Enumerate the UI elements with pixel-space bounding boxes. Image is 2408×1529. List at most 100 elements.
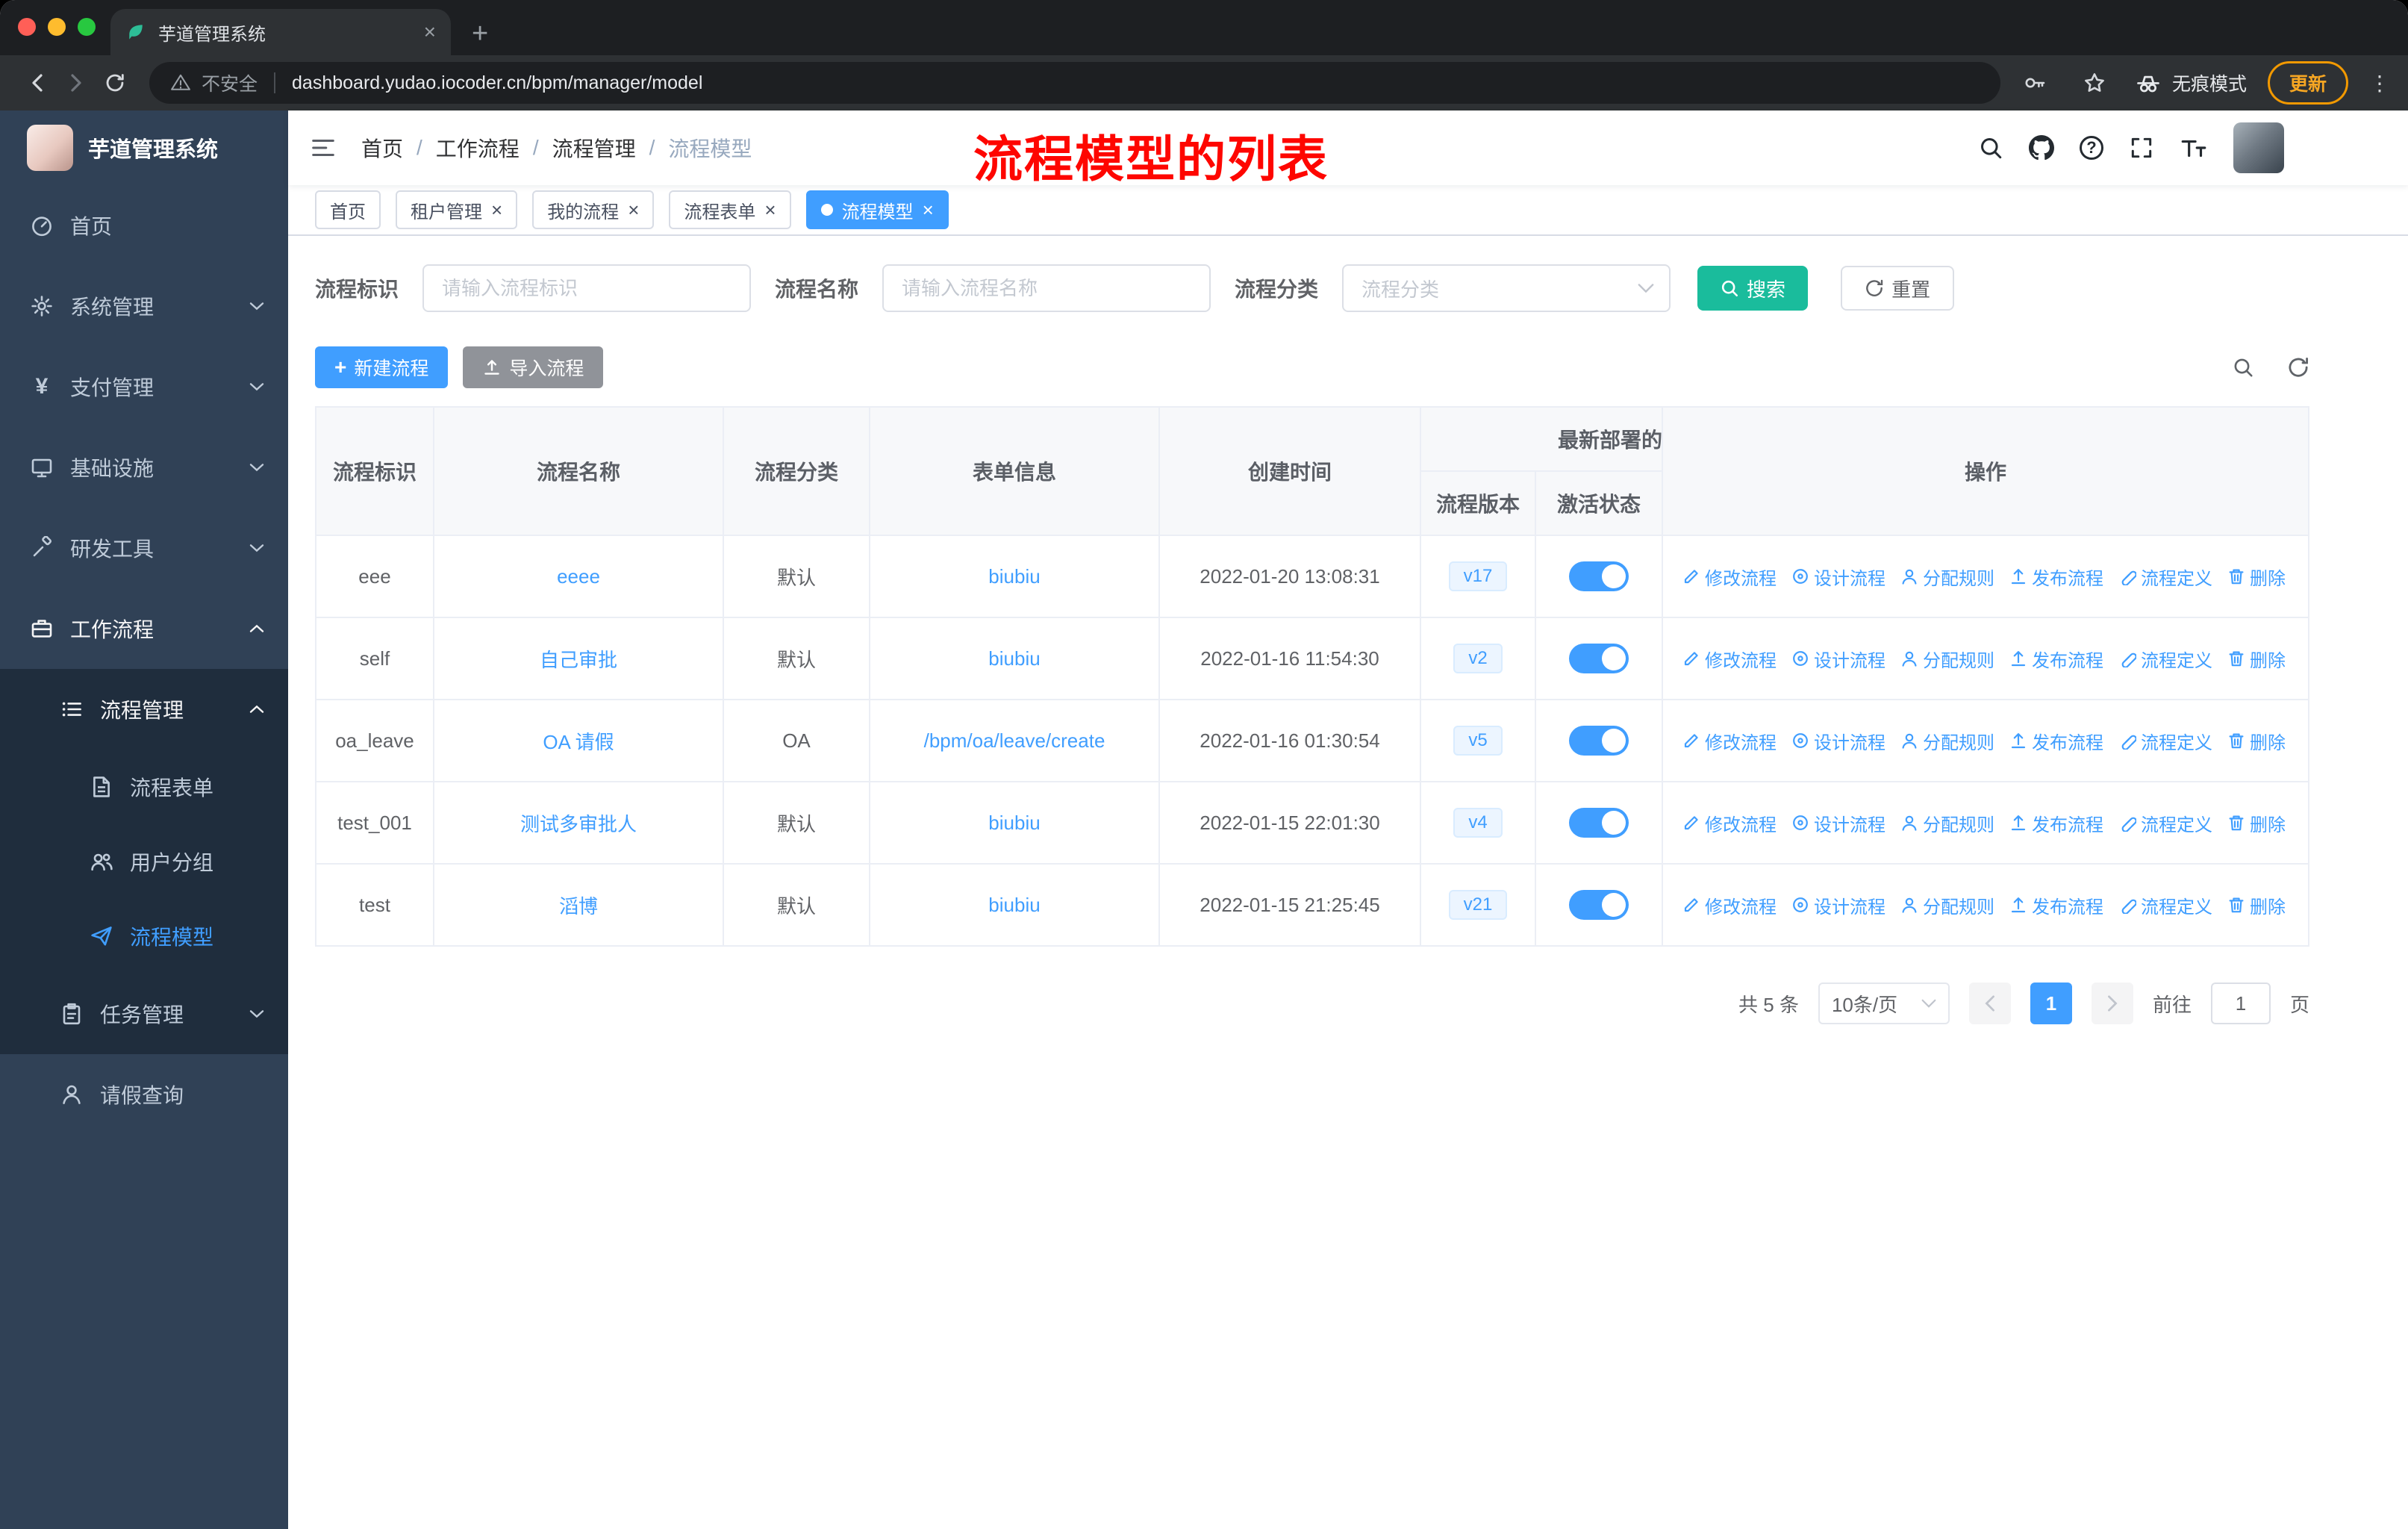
process-name-link[interactable]: eeee <box>557 565 600 588</box>
active-toggle[interactable] <box>1569 644 1629 673</box>
action-edit-link[interactable]: 修改流程 <box>1682 810 1777 836</box>
window-zoom-button[interactable] <box>78 18 96 36</box>
action-assign-rule-link[interactable]: 分配规则 <box>1900 810 1994 836</box>
sidebar-item-system[interactable]: 系统管理 <box>0 266 288 346</box>
forward-button[interactable] <box>57 65 96 101</box>
tag-close-icon[interactable]: × <box>923 200 934 219</box>
browser-tab[interactable]: 芋道管理系统 × <box>110 9 451 55</box>
form-info-link[interactable]: biubiu <box>988 647 1040 670</box>
browser-menu-icon[interactable]: ⋮ <box>2369 71 2390 96</box>
action-delete-link[interactable]: 删除 <box>2227 728 2286 754</box>
action-design-link[interactable]: 设计流程 <box>1791 564 1885 590</box>
back-button[interactable] <box>18 65 57 101</box>
form-info-link[interactable]: /bpm/oa/leave/create <box>924 729 1105 753</box>
tag-my-process[interactable]: 我的流程 × <box>532 190 655 229</box>
action-delete-link[interactable]: 删除 <box>2227 646 2286 672</box>
process-key-input[interactable] <box>422 264 752 312</box>
action-design-link[interactable]: 设计流程 <box>1791 810 1885 836</box>
tag-process-model[interactable]: 流程模型 × <box>805 190 949 229</box>
process-name-input[interactable] <box>882 264 1211 312</box>
browser-update-button[interactable]: 更新 <box>2267 61 2348 105</box>
tag-close-icon[interactable]: × <box>491 200 502 219</box>
refresh-table-button[interactable] <box>2287 356 2309 379</box>
action-assign-rule-link[interactable]: 分配规则 <box>1900 564 1994 590</box>
active-toggle[interactable] <box>1569 561 1629 591</box>
action-delete-link[interactable]: 删除 <box>2227 564 2286 590</box>
breadcrumb-workflow[interactable]: 工作流程 <box>436 133 520 163</box>
form-info-link[interactable]: biubiu <box>988 812 1040 835</box>
app-logo[interactable]: 芋道管理系统 <box>0 110 288 185</box>
action-publish-link[interactable]: 发布流程 <box>2009 892 2103 918</box>
incognito-badge[interactable]: 无痕模式 <box>2135 69 2247 96</box>
action-edit-link[interactable]: 修改流程 <box>1682 646 1777 672</box>
tab-close-icon[interactable]: × <box>424 22 436 43</box>
sidebar-toggle-button[interactable] <box>309 134 337 162</box>
sidebar-item-home[interactable]: 首页 <box>0 185 288 266</box>
sidebar-item-leave-query[interactable]: 请假查询 <box>0 1054 288 1135</box>
sidebar-item-user-group[interactable]: 用户分组 <box>0 824 288 899</box>
form-info-link[interactable]: biubiu <box>988 565 1040 588</box>
user-avatar[interactable] <box>2233 122 2284 173</box>
action-publish-link[interactable]: 发布流程 <box>2009 810 2103 836</box>
action-assign-rule-link[interactable]: 分配规则 <box>1900 646 1994 672</box>
process-name-link[interactable]: 测试多审批人 <box>520 809 637 837</box>
action-assign-rule-link[interactable]: 分配规则 <box>1900 728 1994 754</box>
action-edit-link[interactable]: 修改流程 <box>1682 728 1777 754</box>
fullscreen-icon[interactable] <box>2129 135 2154 161</box>
action-publish-link[interactable]: 发布流程 <box>2009 646 2103 672</box>
font-size-icon[interactable] <box>2180 135 2208 161</box>
new-tab-button[interactable]: + <box>472 19 488 48</box>
window-close-button[interactable] <box>18 18 36 36</box>
github-icon[interactable] <box>2029 135 2054 161</box>
breadcrumb-home[interactable]: 首页 <box>361 133 403 163</box>
sidebar-item-process-form[interactable]: 流程表单 <box>0 750 288 824</box>
action-design-link[interactable]: 设计流程 <box>1791 892 1885 918</box>
search-button[interactable]: 搜索 <box>1697 266 1809 311</box>
bookmark-star-icon[interactable] <box>2075 65 2114 101</box>
action-delete-link[interactable]: 删除 <box>2227 892 2286 918</box>
action-design-link[interactable]: 设计流程 <box>1791 728 1885 754</box>
page-size-select[interactable]: 10条/页 <box>1818 983 1950 1024</box>
prev-page-button[interactable] <box>1968 983 2011 1024</box>
action-definition-link[interactable]: 流程定义 <box>2118 646 2212 672</box>
action-publish-link[interactable]: 发布流程 <box>2009 728 2103 754</box>
active-toggle[interactable] <box>1569 808 1629 838</box>
action-edit-link[interactable]: 修改流程 <box>1682 564 1777 590</box>
active-toggle[interactable] <box>1569 726 1629 756</box>
action-definition-link[interactable]: 流程定义 <box>2118 810 2212 836</box>
reset-button[interactable]: 重置 <box>1841 266 1955 311</box>
category-select[interactable]: 流程分类 <box>1342 264 1671 312</box>
sidebar-item-devtools[interactable]: 研发工具 <box>0 508 288 588</box>
import-process-button[interactable]: 导入流程 <box>463 346 604 388</box>
form-info-link[interactable]: biubiu <box>988 894 1040 917</box>
process-name-link[interactable]: OA 请假 <box>543 727 614 755</box>
sidebar-item-payment[interactable]: ¥ 支付管理 <box>0 346 288 427</box>
action-edit-link[interactable]: 修改流程 <box>1682 892 1777 918</box>
action-definition-link[interactable]: 流程定义 <box>2118 892 2212 918</box>
create-process-button[interactable]: + 新建流程 <box>315 346 449 388</box>
reload-button[interactable] <box>96 65 134 101</box>
tag-home[interactable]: 首页 <box>315 190 381 229</box>
action-definition-link[interactable]: 流程定义 <box>2118 728 2212 754</box>
tag-close-icon[interactable]: × <box>628 200 639 219</box>
process-name-link[interactable]: 自己审批 <box>540 645 617 673</box>
window-minimize-button[interactable] <box>48 18 66 36</box>
sidebar-item-workflow[interactable]: 工作流程 <box>0 588 288 669</box>
action-assign-rule-link[interactable]: 分配规则 <box>1900 892 1994 918</box>
help-icon[interactable]: ? <box>2080 136 2103 160</box>
action-design-link[interactable]: 设计流程 <box>1791 646 1885 672</box>
sidebar-item-process-management[interactable]: 流程管理 <box>0 669 288 750</box>
action-publish-link[interactable]: 发布流程 <box>2009 564 2103 590</box>
action-delete-link[interactable]: 删除 <box>2227 810 2286 836</box>
password-key-icon[interactable] <box>2015 65 2054 101</box>
process-name-link[interactable]: 滔博 <box>559 891 598 919</box>
sidebar-item-process-model[interactable]: 流程模型 <box>0 899 288 974</box>
tag-process-form[interactable]: 流程表单 × <box>669 190 791 229</box>
address-bar[interactable]: 不安全 dashboard.yudao.iocoder.cn/bpm/manag… <box>149 62 2000 104</box>
toggle-search-button[interactable] <box>2232 356 2254 379</box>
tag-close-icon[interactable]: × <box>764 200 776 219</box>
action-definition-link[interactable]: 流程定义 <box>2118 564 2212 590</box>
search-icon[interactable] <box>1978 135 2003 161</box>
breadcrumb-process-management[interactable]: 流程管理 <box>552 133 636 163</box>
tag-tenant-management[interactable]: 租户管理 × <box>396 190 518 229</box>
